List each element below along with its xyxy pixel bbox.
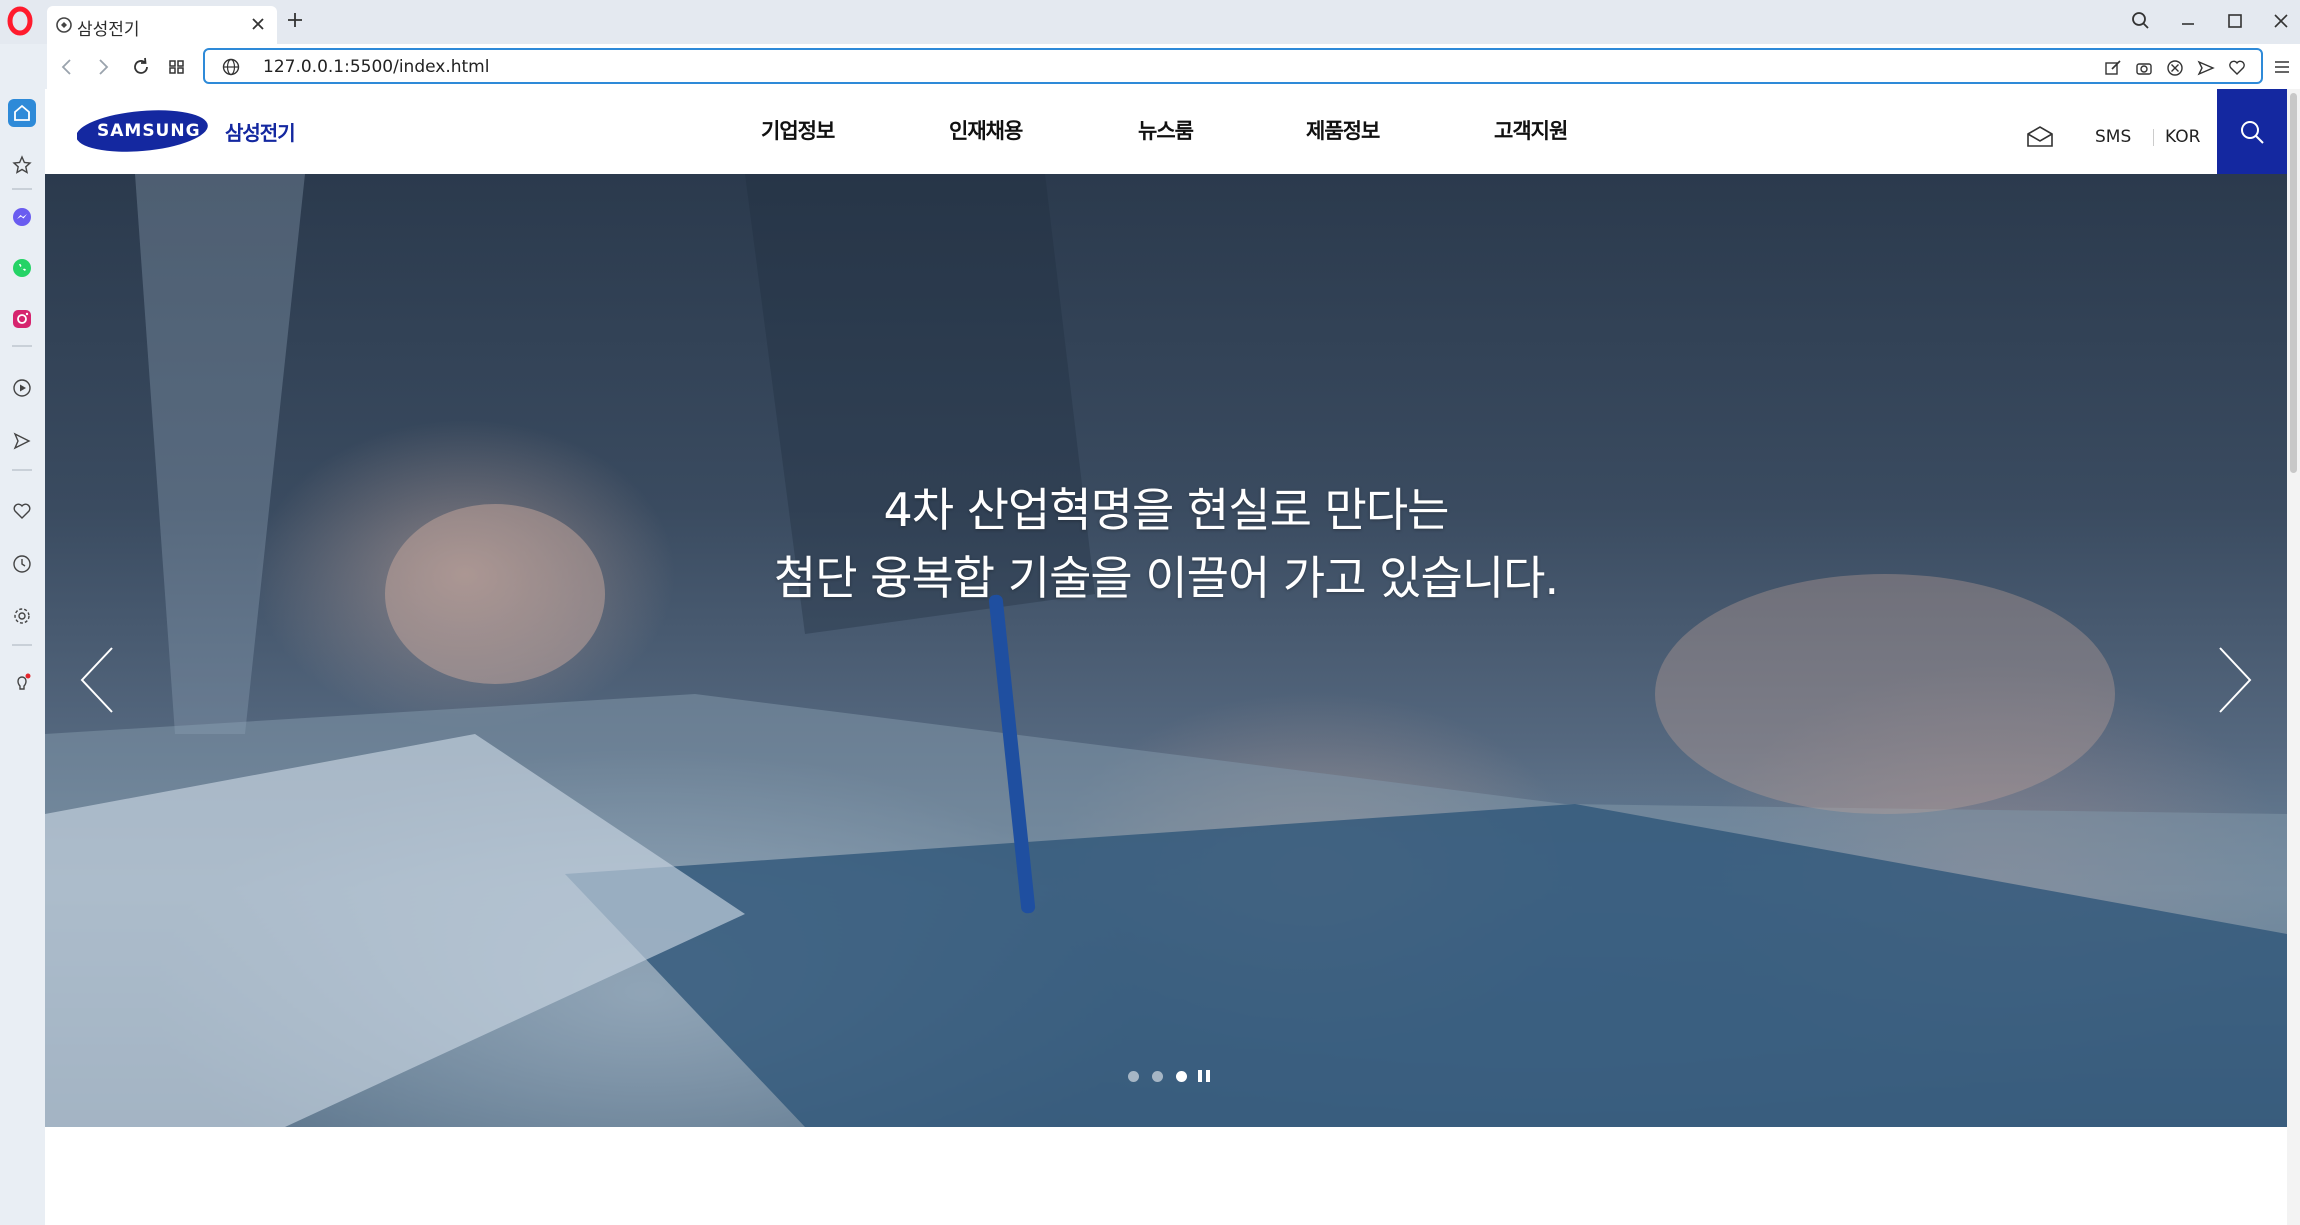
nav-newsroom[interactable]: 뉴스룸: [1138, 115, 1194, 145]
hero-headline-line1: 4차 산업혁명을 현실로 만다는: [883, 483, 1450, 537]
snapshot-icon[interactable]: [2134, 58, 2154, 78]
nav-company-info[interactable]: 기업정보: [761, 115, 835, 145]
slide-dot-2[interactable]: [1152, 1071, 1163, 1082]
browser-tab[interactable]: 삼성전기: [47, 6, 277, 44]
hero-headline-line2: 첨단 융복합 기술을 이끌어 가고 있습니다.: [773, 551, 1559, 605]
tab-title: 삼성전기: [77, 20, 140, 40]
language-link[interactable]: KOR: [2165, 127, 2200, 147]
send-icon[interactable]: [8, 427, 36, 455]
settings-icon[interactable]: [8, 602, 36, 630]
player-icon[interactable]: [8, 374, 36, 402]
page-scrollbar[interactable]: [2287, 89, 2300, 1225]
heart-icon[interactable]: [8, 497, 36, 525]
web-page: SAMSUNG 삼성전기 기업정보 인재채용 뉴스룸 제품정보 고객지원 SMS…: [45, 89, 2287, 1225]
url-text[interactable]: 127.0.0.1:5500/index.html: [263, 57, 489, 77]
globe-icon: [56, 17, 72, 33]
slide-dot-1[interactable]: [1128, 1071, 1139, 1082]
close-tab-icon[interactable]: [249, 15, 267, 33]
site-info-icon[interactable]: [221, 57, 241, 77]
history-icon[interactable]: [8, 550, 36, 578]
forward-icon[interactable]: [91, 55, 115, 79]
maximize-icon[interactable]: [2222, 8, 2248, 34]
chevron-left-icon[interactable]: [77, 644, 117, 716]
samsung-wordmark: SAMSUNG: [97, 121, 201, 141]
edit-icon[interactable]: [2103, 58, 2123, 78]
nav-careers[interactable]: 인재채용: [949, 115, 1023, 145]
star-icon[interactable]: [8, 151, 36, 179]
logo-text[interactable]: 삼성전기: [225, 117, 296, 146]
browser-sidebar: [0, 89, 45, 1225]
easy-setup-icon[interactable]: [2271, 56, 2293, 78]
send-to-icon[interactable]: [2196, 58, 2216, 78]
hero-slider: 4차 산업혁명을 현실로 만다는 첨단 융복합 기술을 이끌어 가고 있습니다.: [45, 174, 2287, 1127]
messenger-icon[interactable]: [8, 203, 36, 231]
adblock-icon[interactable]: [2165, 58, 2185, 78]
home-icon[interactable]: [8, 99, 36, 127]
slide-dot-3[interactable]: [1176, 1071, 1187, 1082]
pause-icon-bar: [1206, 1070, 1210, 1082]
instagram-icon[interactable]: [8, 305, 36, 333]
minimize-icon[interactable]: [2175, 8, 2201, 34]
search-icon: [2241, 120, 2264, 144]
chevron-right-icon[interactable]: [2215, 644, 2255, 716]
nav-support[interactable]: 고객지원: [1494, 115, 1568, 145]
bookmark-heart-icon[interactable]: [2227, 58, 2247, 78]
back-icon[interactable]: [55, 55, 79, 79]
sms-link[interactable]: SMS: [2095, 127, 2131, 147]
opera-logo-icon[interactable]: [7, 6, 33, 36]
nav-products[interactable]: 제품정보: [1306, 115, 1380, 145]
tips-icon[interactable]: [8, 669, 36, 697]
close-window-icon[interactable]: [2268, 8, 2294, 34]
mail-icon[interactable]: [2025, 124, 2055, 148]
browser-tab-bar: 삼성전기: [0, 0, 2300, 44]
site-header: SAMSUNG 삼성전기 기업정보 인재채용 뉴스룸 제품정보 고객지원 SMS…: [45, 89, 2287, 174]
tab-grid-icon[interactable]: [165, 55, 189, 79]
new-tab-icon[interactable]: [285, 10, 305, 30]
site-search-button[interactable]: [2217, 89, 2287, 174]
address-bar[interactable]: 127.0.0.1:5500/index.html: [203, 48, 2263, 84]
scrollbar-thumb[interactable]: [2290, 93, 2297, 473]
reload-icon[interactable]: [129, 55, 153, 79]
pause-icon[interactable]: [1198, 1070, 1202, 1082]
slider-pagination: [1128, 1068, 1218, 1084]
whatsapp-icon[interactable]: [8, 254, 36, 282]
search-tabs-icon[interactable]: [2128, 8, 2154, 34]
hero-background-image: [45, 174, 2287, 1127]
browser-toolbar: 127.0.0.1:5500/index.html: [47, 44, 2300, 89]
